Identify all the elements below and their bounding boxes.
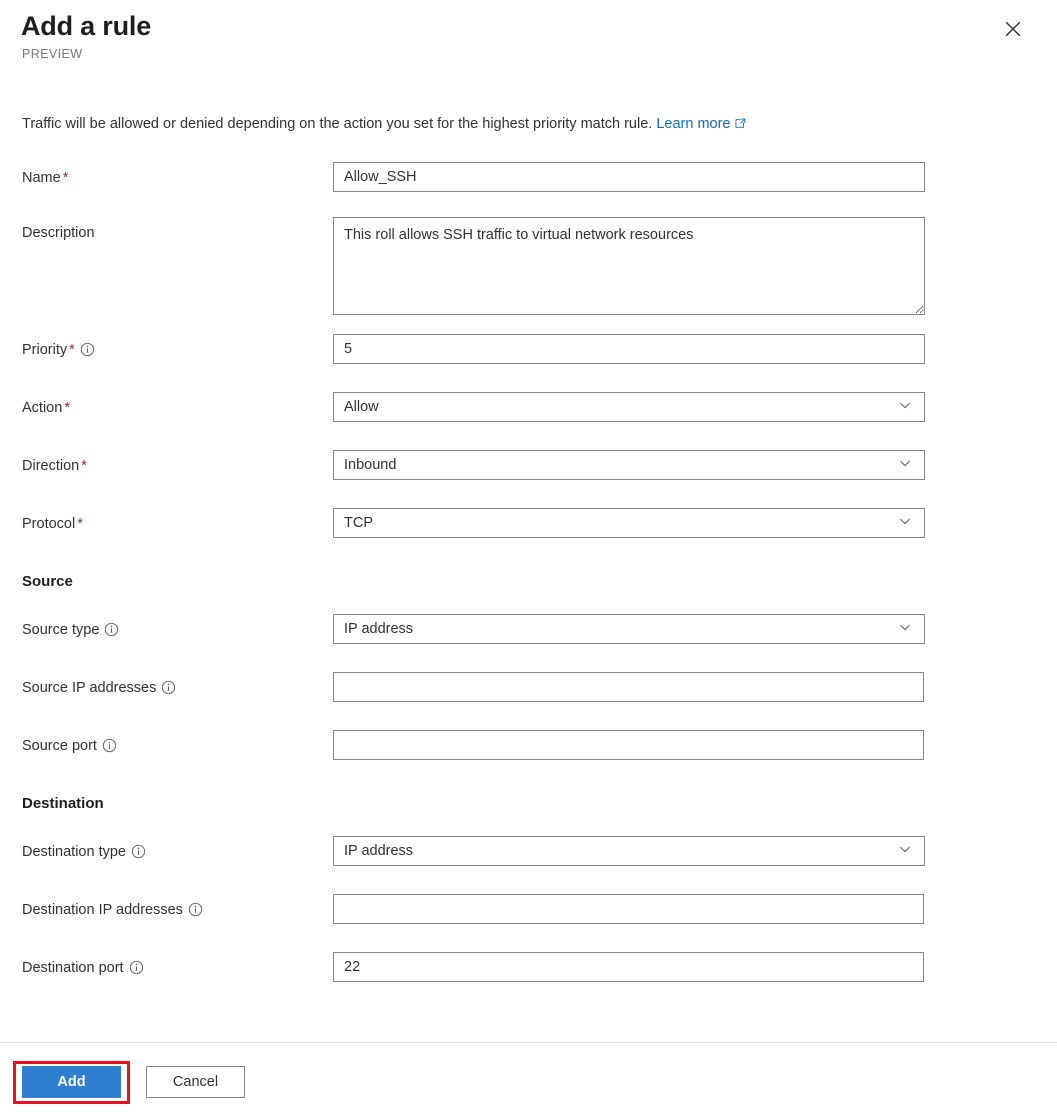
field-row-destination-ip: Destination IP addresses: [0, 882, 1057, 940]
destination-port-label-text: Destination port: [22, 960, 124, 976]
required-asterisk: *: [77, 516, 83, 532]
rule-form: Name* Description Priority* Action* Allo…: [0, 150, 1057, 994]
action-select-value: Allow: [344, 399, 379, 415]
destination-type-label: Destination type: [22, 842, 146, 865]
page-title: Add a rule: [21, 11, 152, 41]
learn-more-label: Learn more: [656, 116, 731, 132]
destination-type-select-box[interactable]: IP address: [333, 836, 925, 866]
preview-badge: PREVIEW: [22, 47, 83, 61]
description-label: Description: [22, 225, 95, 241]
name-label: Name *: [22, 168, 68, 188]
source-type-select-value: IP address: [344, 621, 414, 637]
protocol-select-value: TCP: [344, 515, 373, 531]
cancel-button[interactable]: Cancel: [146, 1066, 245, 1098]
source-section-title: Source: [22, 573, 73, 590]
info-icon[interactable]: [104, 622, 119, 643]
field-row-direction: Direction * Inbound: [0, 438, 1057, 496]
source-port-label: Source port: [22, 736, 117, 759]
direction-select-box[interactable]: Inbound: [333, 450, 925, 480]
destination-type-select[interactable]: IP address: [333, 836, 925, 866]
action-label: Action *: [22, 398, 70, 418]
field-row-source-ip: Source IP addresses: [0, 660, 1057, 718]
source-port-label-text: Source port: [22, 738, 97, 754]
name-label-text: Name: [22, 170, 61, 186]
field-row-action: Action * Allow: [0, 380, 1057, 438]
field-row-description: Description: [0, 204, 1057, 322]
description-textarea[interactable]: [333, 217, 925, 315]
field-row-name: Name *: [0, 150, 1057, 204]
required-asterisk: *: [62, 170, 69, 186]
destination-type-label-text: Destination type: [22, 844, 126, 860]
action-label-text: Action: [22, 400, 63, 416]
protocol-select[interactable]: TCP: [333, 508, 925, 538]
destination-ip-label-text: Destination IP addresses: [22, 902, 183, 918]
panel-header: Add a rule PREVIEW: [0, 0, 1057, 92]
priority-label: Priority *: [22, 340, 95, 363]
required-asterisk: *: [81, 458, 87, 474]
chevron-down-icon: [898, 398, 912, 417]
info-icon[interactable]: [131, 844, 146, 865]
field-row-source-type: Source type IP address: [0, 602, 1057, 660]
source-ip-label: Source IP addresses: [22, 678, 176, 701]
source-type-select-box[interactable]: IP address: [333, 614, 925, 644]
field-row-priority: Priority *: [0, 322, 1057, 380]
external-link-icon: [734, 114, 746, 136]
add-button[interactable]: Add: [22, 1066, 121, 1098]
intro-description: Traffic will be allowed or denied depend…: [22, 116, 653, 132]
info-icon[interactable]: [129, 960, 144, 981]
chevron-down-icon: [898, 514, 912, 533]
required-asterisk: *: [64, 400, 70, 416]
source-port-input[interactable]: [333, 730, 924, 760]
info-icon[interactable]: [161, 680, 176, 701]
source-type-label: Source type: [22, 620, 119, 643]
field-row-protocol: Protocol * TCP: [0, 496, 1057, 550]
close-button[interactable]: [997, 13, 1029, 45]
priority-input[interactable]: [333, 334, 925, 364]
name-input[interactable]: [333, 162, 925, 192]
required-asterisk: *: [69, 342, 75, 358]
protocol-label-text: Protocol: [22, 516, 76, 532]
direction-select-value: Inbound: [344, 457, 397, 473]
action-select-box[interactable]: Allow: [333, 392, 925, 422]
destination-port-input[interactable]: [333, 952, 924, 982]
info-icon[interactable]: [188, 902, 203, 923]
field-row-destination-port: Destination port: [0, 940, 1057, 994]
destination-section-title: Destination: [22, 795, 104, 812]
field-row-source-port: Source port: [0, 718, 1057, 772]
chevron-down-icon: [898, 842, 912, 861]
chevron-down-icon: [898, 620, 912, 639]
source-type-label-text: Source type: [22, 622, 100, 638]
field-row-destination-type: Destination type IP address: [0, 824, 1057, 882]
priority-label-text: Priority: [22, 342, 68, 358]
intro-text: Traffic will be allowed or denied depend…: [22, 113, 746, 136]
direction-select[interactable]: Inbound: [333, 450, 925, 480]
destination-ip-label: Destination IP addresses: [22, 900, 203, 923]
destination-port-label: Destination port: [22, 958, 144, 981]
source-ip-input[interactable]: [333, 672, 924, 702]
info-icon[interactable]: [80, 342, 95, 363]
footer-action-bar: Add Cancel: [0, 1043, 1057, 1115]
source-section: Source: [0, 550, 1057, 602]
learn-more-link[interactable]: Learn more: [656, 116, 730, 132]
close-icon: [1005, 21, 1021, 37]
source-ip-label-text: Source IP addresses: [22, 680, 157, 696]
destination-type-select-value: IP address: [344, 843, 414, 859]
destination-ip-input[interactable]: [333, 894, 924, 924]
chevron-down-icon: [898, 456, 912, 475]
direction-label-text: Direction: [22, 458, 80, 474]
info-icon[interactable]: [102, 738, 117, 759]
destination-section: Destination: [0, 772, 1057, 824]
protocol-select-box[interactable]: TCP: [333, 508, 925, 538]
action-select[interactable]: Allow: [333, 392, 925, 422]
protocol-label: Protocol *: [22, 514, 83, 534]
source-type-select[interactable]: IP address: [333, 614, 925, 644]
direction-label: Direction *: [22, 456, 87, 476]
